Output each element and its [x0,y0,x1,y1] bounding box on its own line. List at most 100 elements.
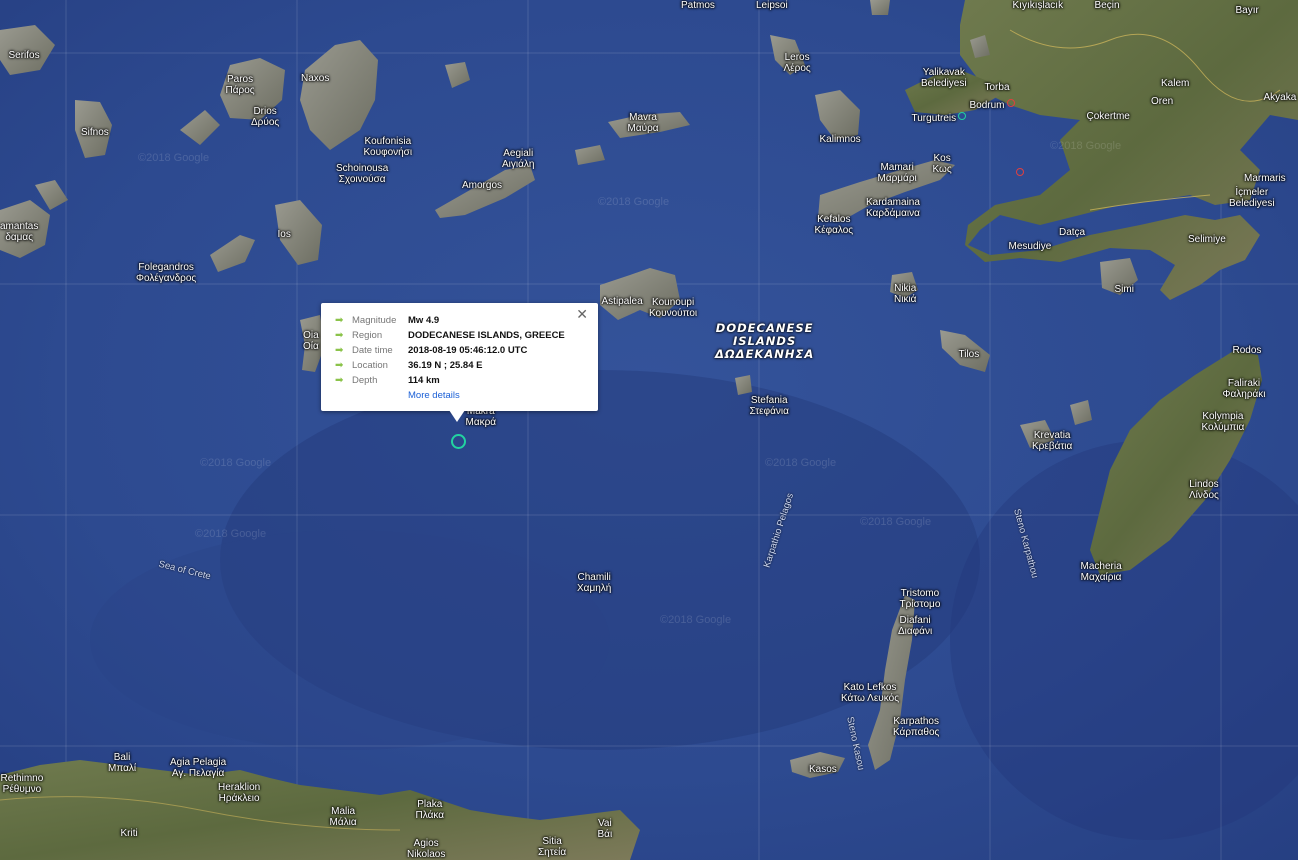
place-label: Lindos Λίνδος [1189,479,1219,501]
earthquake-marker-small[interactable] [1007,99,1015,107]
place-label: Kardamaina Καρδάμαινα [866,197,920,219]
arrow-right-icon: ➡ [335,360,344,371]
place-label: Heraklion Ηράκλειο [218,782,261,804]
place-label: Chamili Χαμηλή [577,572,612,594]
place-label: Sitia Σητεία [538,836,567,858]
map-watermark: ©2018 Google [200,457,272,469]
popup-value: DODECANESE ISLANDS, GREECE [408,330,565,341]
popup-value: Mw 4.9 [408,315,440,326]
popup-value: 2018-08-19 05:46:12.0 UTC [408,345,528,356]
close-icon[interactable]: ✕ [576,308,588,322]
more-details-link[interactable]: More details [408,390,460,401]
place-label: Kos Κως [932,153,952,175]
map-watermark: ©2018 Google [860,516,932,528]
place-label: Mamari Μαρμάρι [877,162,917,184]
place-label: Schoinousa Σχοινούσα [336,163,389,185]
place-label: Beçin [1094,0,1120,11]
place-label: Selimiye [1188,234,1226,245]
map-watermark: ©2018 Google [765,457,837,469]
place-label: Naxos [301,73,330,84]
place-label: Diafani Διαφάνι [898,615,933,637]
place-label: Kalimnos [819,134,861,145]
place-label: Kalem [1161,78,1190,89]
map-watermark: ©2018 Google [195,528,267,540]
place-label: Kriti [120,828,138,839]
place-label: Krevatia Κρεβάτια [1032,430,1073,452]
place-label: Marmaris [1244,173,1286,184]
place-label: Stefania Στεφάνια [749,395,789,417]
place-label: Agia Pelagia Αγ. Πελαγία [170,757,227,779]
place-label: Tilos [958,349,980,360]
place-label: Oren [1151,96,1174,107]
popup-key: Date time [352,345,393,356]
place-label: Aegiali Αιγιάλη [502,148,535,170]
popup-key: Magnitude [352,315,397,326]
place-label: Yalikavak Belediyesi [921,67,967,89]
place-label: Paros Πάρος [225,74,255,96]
place-label: Rethimno Ρέθυμνο [0,773,44,795]
place-label: Bayır [1235,5,1259,16]
place-label: Torba [984,82,1010,93]
region-label-line: ΔΩΔΕΚΑΝΗΣΑ [715,347,815,361]
place-label: Ios [277,229,291,240]
place-label: Astipalea [601,296,643,307]
place-label: Drios Δρύος [251,106,280,128]
place-label: Agios Nikolaos [407,838,446,860]
place-label: Kato Lefkos Κάτω Λευκός [841,682,900,704]
place-label: Turgutreis [911,113,957,124]
place-label: Datça [1059,227,1086,238]
map-watermark: ©2018 Google [1050,140,1122,152]
place-label: Leros Λέρος [783,52,811,74]
place-label: Kolympia Κολύμπια [1201,411,1245,433]
place-label: Kasos [809,764,837,775]
place-label: Bodrum [969,100,1005,111]
place-label: Çokertme [1086,111,1130,122]
place-label: Nikia Νικιά [894,283,917,305]
map-watermark: ©2018 Google [660,614,732,626]
place-label: Plaka Πλάκα [415,799,445,821]
arrow-right-icon: ➡ [335,375,344,386]
place-label: amantas δαμας [0,221,39,243]
place-label: Macheria Μαχαίρια [1080,561,1122,583]
place-label: Mesudiye [1008,241,1052,252]
place-label: Amorgos [462,180,503,191]
place-label: Kefalos Κέφαλος [814,214,854,236]
popup-key: Depth [352,375,378,386]
popup-pointer [449,410,465,422]
place-label: Koufonisia Κουφονήσι [363,136,413,158]
place-label: Tristomo Τρίστομο [899,588,941,610]
place-label: Folegandros Φολέγανδρος [136,262,197,284]
place-label: Akyaka [1263,92,1297,103]
map-canvas[interactable]: ©2018 Google ©2018 Google ©2018 Google ©… [0,0,1298,860]
popup-key: Location [352,360,388,371]
arrow-right-icon: ➡ [335,345,344,356]
place-label: Sifnos [81,127,109,138]
place-label: Leipsoi [756,0,788,11]
place-label: Patmos [681,0,715,11]
place-label: Malia Μάλια [329,806,357,828]
popup-value: 36.19 N ; 25.84 E [408,360,483,371]
map-watermark: ©2018 Google [138,152,210,164]
earthquake-marker-small[interactable] [1016,168,1024,176]
place-label: Vai Βάι [597,818,613,840]
arrow-right-icon: ➡ [335,330,344,341]
place-label: Karpathos Κάρπαθος [893,716,940,738]
place-label: Oia Οία [303,330,319,352]
popup-key: Region [352,330,383,341]
place-label: Rodos [1232,345,1262,356]
earthquake-marker-small[interactable] [958,112,966,120]
place-label: Mavra Μαύρα [627,112,659,134]
place-label: İçmeler Belediyesi [1229,187,1275,209]
place-label: Bali Μπαλί [108,752,137,774]
arrow-right-icon: ➡ [335,315,344,326]
place-label: Kıyıkışlacık [1012,0,1064,11]
map-watermark: ©2018 Google [598,196,670,208]
region-label: DODECANESE ISLANDS ΔΩΔΕΚΑΝΗΣΑ [715,322,814,361]
earthquake-marker[interactable] [451,434,466,449]
place-label: Faliraki Φαληράκι [1222,378,1266,400]
place-label: Kounoupi Κουνούποι [649,297,698,319]
place-label: Simi [1114,284,1134,295]
popup-value: 114 km [408,375,440,386]
place-label: Serifos [8,50,40,61]
earthquake-info-popup: ✕ ➡ Magnitude Mw 4.9 ➡ Region DODECANESE… [321,303,598,422]
